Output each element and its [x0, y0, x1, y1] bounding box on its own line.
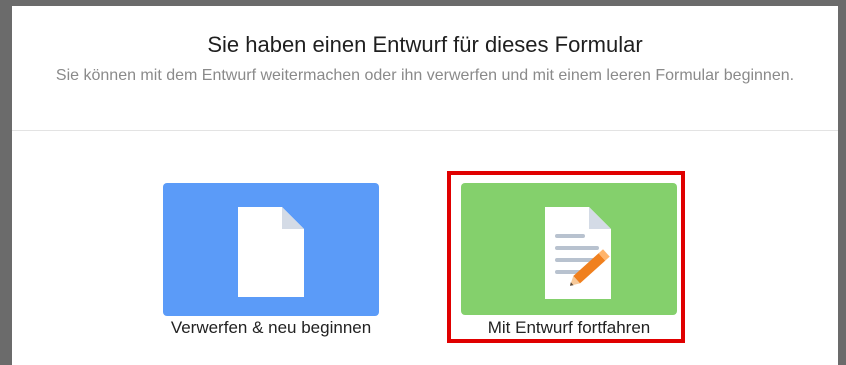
blank-document-icon — [238, 207, 304, 297]
discard-draft-label[interactable]: Verwerfen & neu beginnen — [148, 318, 394, 338]
window-frame-left — [0, 0, 12, 365]
window-frame-right — [838, 0, 846, 365]
continue-draft-label[interactable]: Mit Entwurf fortfahren — [446, 318, 692, 338]
dialog-divider — [12, 130, 838, 131]
dialog-title: Sie haben einen Entwurf für dieses Formu… — [207, 32, 643, 57]
dialog-subtitle: Sie können mit dem Entwurf weitermachen … — [55, 67, 795, 84]
edit-document-icon — [533, 207, 617, 299]
draft-dialog: Sie haben einen Entwurf für dieses Formu… — [12, 6, 838, 365]
